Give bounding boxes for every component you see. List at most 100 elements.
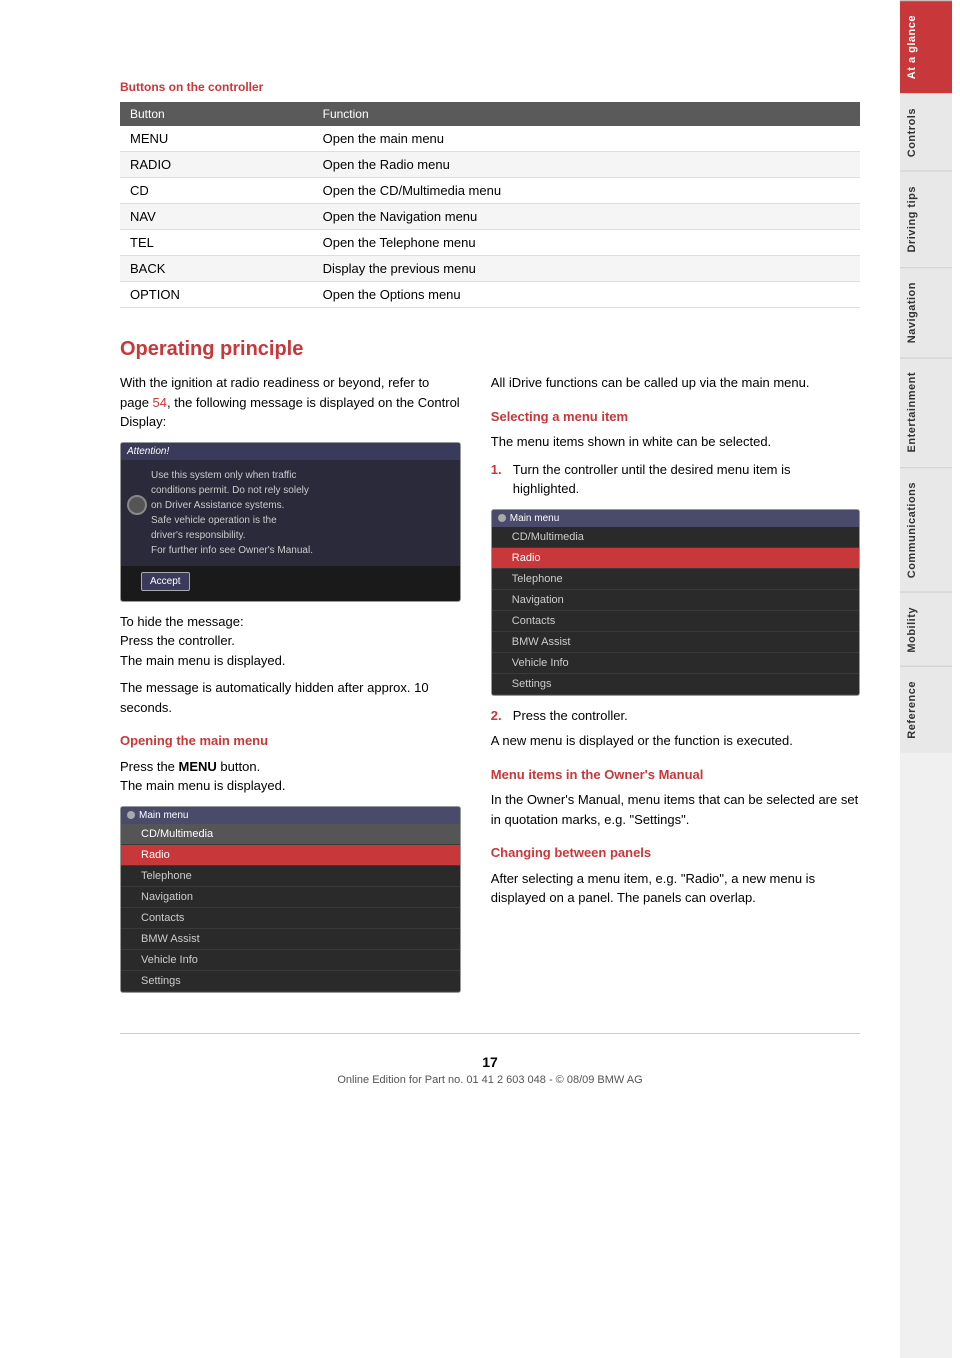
- step-1: 1. Turn the controller until the desired…: [491, 460, 860, 499]
- accept-button[interactable]: Accept: [141, 572, 190, 591]
- owners-manual-text: In the Owner's Manual, menu items that c…: [491, 790, 860, 829]
- screen-menu-item: Vehicle Info: [121, 950, 460, 971]
- button-cell: CD: [120, 178, 313, 204]
- hide-message-line: The main menu is displayed.: [120, 653, 285, 668]
- button-cell: NAV: [120, 204, 313, 230]
- footer-text: Online Edition for Part no. 01 41 2 603 …: [337, 1074, 642, 1086]
- screen-menu-item: Navigation: [492, 590, 859, 611]
- function-cell: Open the main menu: [313, 126, 860, 152]
- menu-bold: MENU: [179, 759, 217, 774]
- button-cell: BACK: [120, 256, 313, 282]
- function-cell: Open the Telephone menu: [313, 230, 860, 256]
- attention-line: conditions permit. Do not rely solely: [151, 483, 450, 498]
- intro-link[interactable]: 54: [153, 395, 167, 410]
- main-menu-displayed: The main menu is displayed.: [120, 778, 285, 793]
- buttons-section-title: Buttons on the controller: [120, 80, 860, 94]
- table-row: NAVOpen the Navigation menu: [120, 204, 860, 230]
- function-cell: Open the CD/Multimedia menu: [313, 178, 860, 204]
- screen-menu-item: BMW Assist: [492, 632, 859, 653]
- selecting-item-text: The menu items shown in white can be sel…: [491, 432, 860, 452]
- screen-menu-item: Settings: [492, 674, 859, 695]
- attention-line: on Driver Assistance systems.: [151, 498, 450, 513]
- button-cell: MENU: [120, 126, 313, 152]
- screen-menu-item: Telephone: [492, 569, 859, 590]
- hide-message-line: To hide the message:: [120, 614, 244, 629]
- screen-menu-item: Radio: [492, 548, 859, 569]
- sidebar-tab-communications[interactable]: Communications: [900, 467, 952, 592]
- col-header-function: Function: [313, 102, 860, 126]
- function-cell: Open the Radio menu: [313, 152, 860, 178]
- two-col-layout: With the ignition at radio readiness or …: [120, 373, 860, 1003]
- intro-text2: , the following message is displayed on …: [120, 395, 460, 430]
- sidebar-tab-reference[interactable]: Reference: [900, 666, 952, 753]
- function-cell: Open the Navigation menu: [313, 204, 860, 230]
- sidebar-tab-entertainment[interactable]: Entertainment: [900, 357, 952, 466]
- screen-title-left: Main menu: [139, 810, 188, 821]
- button-cell: TEL: [120, 230, 313, 256]
- step-1-text: Turn the controller until the desired me…: [513, 460, 860, 499]
- operating-principle-title: Operating principle: [120, 338, 860, 361]
- button-text: button.: [217, 759, 260, 774]
- controller-icon: [127, 495, 147, 515]
- left-column: With the ignition at radio readiness or …: [120, 373, 461, 1003]
- main-content: Buttons on the controller Button Functio…: [0, 0, 900, 1358]
- attention-line: Safe vehicle operation is the: [151, 513, 450, 528]
- screen-body-left: CD/MultimediaRadioTelephoneNavigationCon…: [121, 824, 460, 992]
- sidebar-tabs: At a glanceControlsDriving tipsNavigatio…: [900, 0, 952, 1358]
- main-menu-screen-right: Main menu CD/MultimediaRadioTelephoneNav…: [491, 509, 860, 696]
- hide-message-line: Press the controller.: [120, 633, 235, 648]
- page-footer: 17 Online Edition for Part no. 01 41 2 6…: [120, 1033, 860, 1096]
- screen-header-right: Main menu: [492, 510, 859, 527]
- opening-main-menu-title: Opening the main menu: [120, 731, 461, 751]
- step-2: 2. Press the controller.: [491, 706, 860, 726]
- screen-menu-item: CD/Multimedia: [492, 527, 859, 548]
- button-table: Button Function MENUOpen the main menuRA…: [120, 102, 860, 308]
- page-number: 17: [120, 1054, 860, 1070]
- screen-menu-item: Telephone: [121, 866, 460, 887]
- table-row: RADIOOpen the Radio menu: [120, 152, 860, 178]
- steps-list-2: 2. Press the controller.: [491, 706, 860, 726]
- auto-hidden-text: The message is automatically hidden afte…: [120, 678, 461, 717]
- table-row: MENUOpen the main menu: [120, 126, 860, 152]
- owners-manual-title: Menu items in the Owner's Manual: [491, 765, 860, 785]
- table-row: CDOpen the CD/Multimedia menu: [120, 178, 860, 204]
- screen-menu-item: Contacts: [492, 611, 859, 632]
- button-cell: OPTION: [120, 282, 313, 308]
- screen-title-right: Main menu: [510, 513, 559, 524]
- sidebar-tab-driving-tips[interactable]: Driving tips: [900, 171, 952, 267]
- col-header-button: Button: [120, 102, 313, 126]
- screen-menu-item: CD/Multimedia: [121, 824, 460, 845]
- attention-header: Attention!: [121, 443, 460, 460]
- intro-paragraph: With the ignition at radio readiness or …: [120, 373, 461, 432]
- press-text: Press the: [120, 759, 179, 774]
- screen-icon: [127, 811, 135, 819]
- screen-body-right: CD/MultimediaRadioTelephoneNavigationCon…: [492, 527, 859, 695]
- changing-panels-text: After selecting a menu item, e.g. "Radio…: [491, 869, 860, 908]
- screen-icon-right: [498, 514, 506, 522]
- new-menu-text: A new menu is displayed or the function …: [491, 731, 860, 751]
- main-menu-screen-left: Main menu CD/MultimediaRadioTelephoneNav…: [120, 806, 461, 993]
- table-row: BACKDisplay the previous menu: [120, 256, 860, 282]
- function-cell: Open the Options menu: [313, 282, 860, 308]
- screen-menu-item: Settings: [121, 971, 460, 992]
- sidebar-tab-mobility[interactable]: Mobility: [900, 592, 952, 667]
- table-row: TELOpen the Telephone menu: [120, 230, 860, 256]
- attention-line: For further info see Owner's Manual.: [151, 543, 450, 558]
- sidebar-tab-navigation[interactable]: Navigation: [900, 267, 952, 357]
- all-functions-text: All iDrive functions can be called up vi…: [491, 373, 860, 393]
- sidebar-tab-controls[interactable]: Controls: [900, 93, 952, 171]
- right-column: All iDrive functions can be called up vi…: [491, 373, 860, 1003]
- screen-menu-item: Radio: [121, 845, 460, 866]
- changing-panels-title: Changing between panels: [491, 843, 860, 863]
- sidebar-tab-at-a-glance[interactable]: At a glance: [900, 0, 952, 93]
- table-row: OPTIONOpen the Options menu: [120, 282, 860, 308]
- hide-message: To hide the message: Press the controller…: [120, 612, 461, 671]
- screen-header-left: Main menu: [121, 807, 460, 824]
- screen-menu-item: BMW Assist: [121, 929, 460, 950]
- attention-box: Attention! Use this system only when tra…: [120, 442, 461, 602]
- selecting-item-title: Selecting a menu item: [491, 407, 860, 427]
- steps-list: 1. Turn the controller until the desired…: [491, 460, 860, 499]
- attention-body: Use this system only when trafficconditi…: [121, 460, 460, 566]
- function-cell: Display the previous menu: [313, 256, 860, 282]
- opening-main-menu-text: Press the MENU button. The main menu is …: [120, 757, 461, 796]
